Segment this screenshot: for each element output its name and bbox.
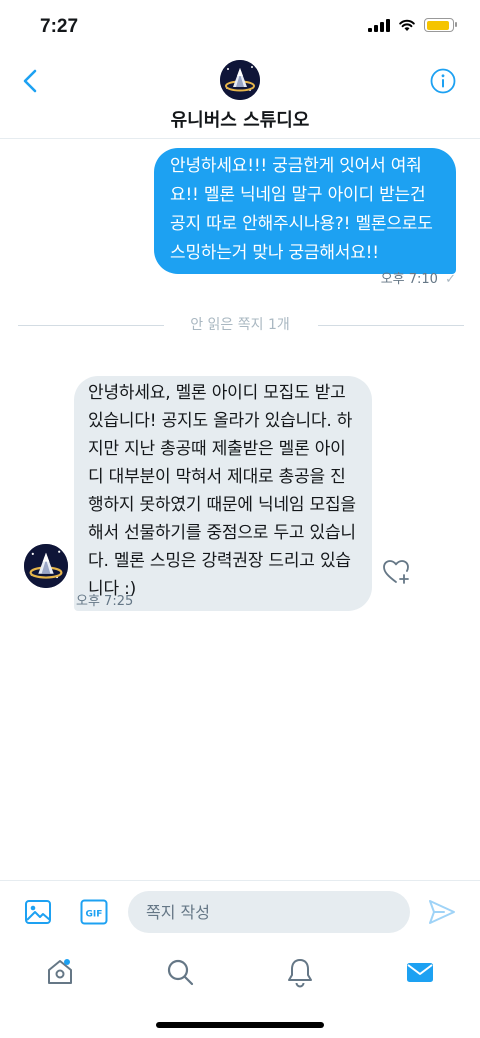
sent-check-icon: ✓	[445, 272, 456, 287]
bell-icon[interactable]	[284, 956, 316, 988]
sent-message-time: 오후 7:10	[380, 272, 438, 287]
wifi-icon	[399, 19, 415, 31]
studio-logo-icon	[24, 544, 68, 588]
conversation-title[interactable]: 유니버스 스튜디오	[0, 106, 480, 132]
back-chevron-icon[interactable]	[16, 66, 46, 96]
search-icon[interactable]	[164, 956, 196, 988]
sent-message-meta: 오후 7:10 ✓	[381, 268, 456, 287]
message-compose-input[interactable]	[128, 891, 410, 933]
svg-text:GIF: GIF	[86, 910, 103, 920]
image-icon[interactable]	[24, 898, 52, 926]
unread-divider-line-right	[318, 325, 464, 326]
status-icons	[368, 18, 457, 32]
sender-avatar[interactable]	[24, 544, 68, 588]
sent-message-bubble[interactable]: 안녕하세요!!! 궁금한게 잇어서 여줘요!! 멜론 닉네임 말구 아이디 받는…	[154, 148, 456, 274]
composer-divider	[0, 880, 480, 881]
header-divider	[0, 138, 480, 139]
info-icon[interactable]	[430, 68, 456, 94]
studio-logo-icon	[220, 60, 260, 100]
status-time: 7:27	[40, 16, 79, 37]
cellular-signal-icon	[368, 18, 390, 32]
mail-icon[interactable]	[404, 956, 436, 988]
gif-icon[interactable]: GIF	[80, 899, 108, 925]
conversation-avatar[interactable]	[220, 60, 260, 100]
home-icon[interactable]	[44, 956, 76, 988]
battery-icon	[424, 18, 457, 32]
home-indicator	[156, 1022, 324, 1028]
received-message-bubble[interactable]: 안녕하세요, 멜론 아이디 모집도 받고 있습니다! 공지도 올라가 있습니다.…	[74, 376, 372, 611]
unread-divider-label: 안 읽은 쪽지 1개	[190, 317, 290, 333]
received-message-time: 오후 7:25	[76, 594, 134, 609]
send-icon[interactable]	[428, 899, 456, 925]
heart-plus-icon[interactable]	[382, 558, 412, 586]
